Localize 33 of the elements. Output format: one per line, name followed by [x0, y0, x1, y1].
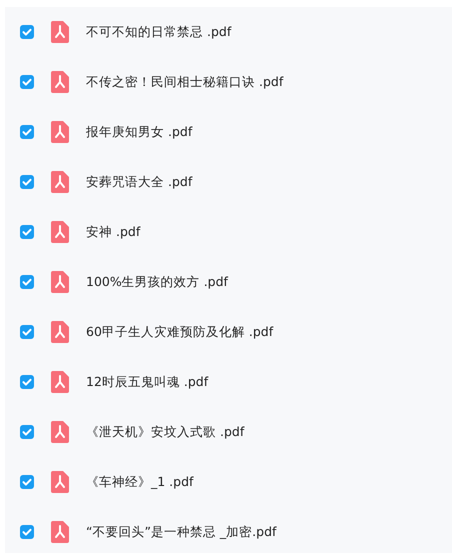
file-name[interactable]: 安神 .pdf	[86, 224, 140, 240]
pdf-file-icon	[51, 271, 69, 293]
file-name[interactable]: 《泄天机》安坟入式歌 .pdf	[86, 424, 244, 440]
checkbox[interactable]	[20, 275, 34, 289]
checkbox[interactable]	[20, 125, 34, 139]
pdf-file-icon	[51, 221, 69, 243]
file-name[interactable]: 安葬咒语大全 .pdf	[86, 174, 192, 190]
checkbox[interactable]	[20, 175, 34, 189]
checkbox[interactable]	[20, 425, 34, 439]
checkbox[interactable]	[20, 75, 34, 89]
pdf-file-icon	[51, 421, 69, 443]
checkbox[interactable]	[20, 375, 34, 389]
checkbox[interactable]	[20, 325, 34, 339]
file-name[interactable]: 12时辰五鬼叫魂 .pdf	[86, 374, 208, 390]
checkbox[interactable]	[20, 525, 34, 539]
file-name[interactable]: “不要回头”是一种禁忌 _加密.pdf	[86, 524, 276, 540]
pdf-file-icon	[51, 21, 69, 43]
pdf-file-icon	[51, 121, 69, 143]
pdf-file-icon	[51, 71, 69, 93]
file-name[interactable]: 100%生男孩的效方 .pdf	[86, 274, 228, 290]
file-name[interactable]: 《车神经》_1 .pdf	[86, 474, 194, 490]
checkbox[interactable]	[20, 25, 34, 39]
checkbox[interactable]	[20, 225, 34, 239]
file-name[interactable]: 不传之密！民间相士秘籍口诀 .pdf	[86, 74, 284, 90]
pdf-file-icon	[51, 171, 69, 193]
pdf-file-icon	[51, 471, 69, 493]
file-name[interactable]: 报年庚知男女 .pdf	[86, 124, 192, 140]
file-name[interactable]: 60甲子生人灾难预防及化解 .pdf	[86, 324, 274, 340]
checkbox[interactable]	[20, 475, 34, 489]
pdf-file-icon	[51, 321, 69, 343]
pdf-file-icon	[51, 371, 69, 393]
file-name[interactable]: 不可不知的日常禁忌 .pdf	[86, 24, 232, 40]
pdf-file-icon	[51, 521, 69, 543]
